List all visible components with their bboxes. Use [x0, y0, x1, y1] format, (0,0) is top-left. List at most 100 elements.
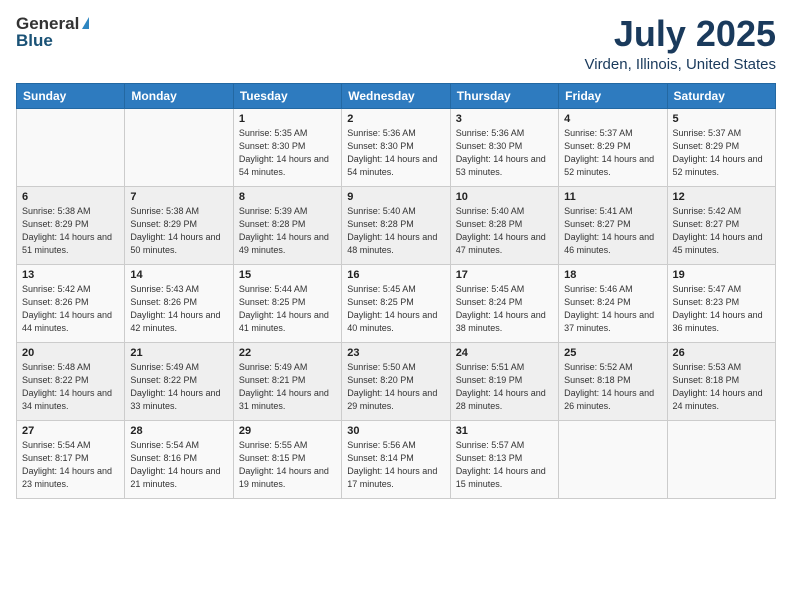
day-number: 8 [239, 191, 336, 203]
col-header-sunday: Sunday [17, 83, 125, 108]
calendar-day-11: 11 Sunrise: 5:41 AMSunset: 8:27 PMDayligh… [559, 186, 667, 264]
empty-cell [17, 108, 125, 186]
day-info: Sunrise: 5:45 AMSunset: 8:24 PMDaylight:… [456, 283, 553, 335]
day-info: Sunrise: 5:46 AMSunset: 8:24 PMDaylight:… [564, 283, 661, 335]
calendar-day-8: 8Sunrise: 5:39 AMSunset: 8:28 PMDaylight… [233, 186, 341, 264]
day-number: 9 [347, 191, 444, 203]
title-block: July 2025 Virden, Illinois, United State… [585, 14, 777, 73]
calendar-table: SundayMondayTuesdayWednesdayThursdayFrid… [16, 83, 776, 499]
day-number: 13 [22, 269, 119, 281]
day-info: Sunrise: 5:42 AMSunset: 8:26 PMDaylight:… [22, 283, 119, 335]
calendar-day-19: 19Sunrise: 5:47 AMSunset: 8:23 PMDayligh… [667, 264, 775, 342]
day-number: 1 [239, 113, 336, 125]
calendar-day-15: 15Sunrise: 5:44 AMSunset: 8:25 PMDayligh… [233, 264, 341, 342]
calendar-day-1: 1 Sunrise: 5:35 AMSunset: 8:30 PMDaylight… [233, 108, 341, 186]
day-info: Sunrise: 5:35 AMSunset: 8:30 PMDaylight:… [239, 127, 336, 179]
logo-blue: Blue [16, 31, 53, 51]
day-info: Sunrise: 5:41 AMSunset: 8:27 PMDaylight:… [564, 205, 661, 257]
day-number: 3 [456, 113, 553, 125]
calendar-week-2: 6 Sunrise: 5:38 AMSunset: 8:29 PMDaylight… [17, 186, 776, 264]
day-number: 25 [564, 347, 661, 359]
calendar-day-26: 26Sunrise: 5:53 AMSunset: 8:18 PMDayligh… [667, 342, 775, 420]
calendar-day-27: 27Sunrise: 5:54 AMSunset: 8:17 PMDayligh… [17, 420, 125, 498]
calendar-day-3: 3 Sunrise: 5:36 AMSunset: 8:30 PMDaylight… [450, 108, 558, 186]
calendar-day-20: 20 Sunrise: 5:48 AMSunset: 8:22 PMDayligh… [17, 342, 125, 420]
day-number: 27 [22, 425, 119, 437]
day-info: Sunrise: 5:38 AMSunset: 8:29 PMDaylight:… [130, 205, 227, 257]
day-number: 19 [673, 269, 770, 281]
day-number: 24 [456, 347, 553, 359]
day-number: 11 [564, 191, 661, 203]
day-number: 4 [564, 113, 661, 125]
day-number: 5 [673, 113, 770, 125]
day-info: Sunrise: 5:36 AMSunset: 8:30 PMDaylight:… [456, 127, 553, 179]
day-number: 21 [130, 347, 227, 359]
calendar-day-5: 5 Sunrise: 5:37 AMSunset: 8:29 PMDaylight… [667, 108, 775, 186]
day-info: Sunrise: 5:36 AMSunset: 8:30 PMDaylight:… [347, 127, 444, 179]
day-number: 10 [456, 191, 553, 203]
day-info: Sunrise: 5:56 AMSunset: 8:14 PMDaylight:… [347, 439, 444, 491]
calendar-day-7: 7 Sunrise: 5:38 AMSunset: 8:29 PMDaylight… [125, 186, 233, 264]
calendar-day-23: 23 Sunrise: 5:50 AMSunset: 8:20 PMDayligh… [342, 342, 450, 420]
calendar-week-3: 13 Sunrise: 5:42 AMSunset: 8:26 PMDayligh… [17, 264, 776, 342]
day-number: 16 [347, 269, 444, 281]
calendar-day-2: 2 Sunrise: 5:36 AMSunset: 8:30 PMDaylight… [342, 108, 450, 186]
logo: General Blue [16, 14, 89, 51]
calendar-day-14: 14Sunrise: 5:43 AMSunset: 8:26 PMDayligh… [125, 264, 233, 342]
day-number: 29 [239, 425, 336, 437]
day-number: 6 [22, 191, 119, 203]
calendar-header-row: SundayMondayTuesdayWednesdayThursdayFrid… [17, 83, 776, 108]
day-number: 20 [22, 347, 119, 359]
day-number: 23 [347, 347, 444, 359]
calendar-day-31: 31Sunrise: 5:57 AMSunset: 8:13 PMDayligh… [450, 420, 558, 498]
day-number: 18 [564, 269, 661, 281]
day-info: Sunrise: 5:52 AMSunset: 8:18 PMDaylight:… [564, 361, 661, 413]
day-info: Sunrise: 5:54 AMSunset: 8:16 PMDaylight:… [130, 439, 227, 491]
calendar-day-28: 28 Sunrise: 5:54 AMSunset: 8:16 PMDayligh… [125, 420, 233, 498]
page: General Blue July 2025 Virden, Illinois,… [0, 0, 792, 612]
day-info: Sunrise: 5:55 AMSunset: 8:15 PMDaylight:… [239, 439, 336, 491]
day-number: 30 [347, 425, 444, 437]
calendar-day-24: 24 Sunrise: 5:51 AMSunset: 8:19 PMDayligh… [450, 342, 558, 420]
day-number: 15 [239, 269, 336, 281]
day-info: Sunrise: 5:38 AMSunset: 8:29 PMDaylight:… [22, 205, 119, 257]
day-info: Sunrise: 5:45 AMSunset: 8:25 PMDaylight:… [347, 283, 444, 335]
day-info: Sunrise: 5:37 AMSunset: 8:29 PMDaylight:… [564, 127, 661, 179]
day-info: Sunrise: 5:50 AMSunset: 8:20 PMDaylight:… [347, 361, 444, 413]
day-info: Sunrise: 5:48 AMSunset: 8:22 PMDaylight:… [22, 361, 119, 413]
day-info: Sunrise: 5:37 AMSunset: 8:29 PMDaylight:… [673, 127, 770, 179]
calendar-day-22: 22Sunrise: 5:49 AMSunset: 8:21 PMDayligh… [233, 342, 341, 420]
calendar-day-13: 13 Sunrise: 5:42 AMSunset: 8:26 PMDayligh… [17, 264, 125, 342]
title-location: Virden, Illinois, United States [585, 56, 777, 73]
calendar-day-21: 21 Sunrise: 5:49 AMSunset: 8:22 PMDayligh… [125, 342, 233, 420]
day-info: Sunrise: 5:40 AMSunset: 8:28 PMDaylight:… [347, 205, 444, 257]
calendar-day-18: 18 Sunrise: 5:46 AMSunset: 8:24 PMDayligh… [559, 264, 667, 342]
col-header-tuesday: Tuesday [233, 83, 341, 108]
calendar-week-5: 27Sunrise: 5:54 AMSunset: 8:17 PMDayligh… [17, 420, 776, 498]
col-header-wednesday: Wednesday [342, 83, 450, 108]
day-number: 28 [130, 425, 227, 437]
title-month: July 2025 [585, 14, 777, 54]
day-info: Sunrise: 5:49 AMSunset: 8:22 PMDaylight:… [130, 361, 227, 413]
day-info: Sunrise: 5:51 AMSunset: 8:19 PMDaylight:… [456, 361, 553, 413]
empty-cell [125, 108, 233, 186]
day-number: 12 [673, 191, 770, 203]
day-info: Sunrise: 5:42 AMSunset: 8:27 PMDaylight:… [673, 205, 770, 257]
day-number: 17 [456, 269, 553, 281]
calendar-day-16: 16 Sunrise: 5:45 AMSunset: 8:25 PMDayligh… [342, 264, 450, 342]
day-number: 26 [673, 347, 770, 359]
calendar-day-10: 10Sunrise: 5:40 AMSunset: 8:28 PMDayligh… [450, 186, 558, 264]
header: General Blue July 2025 Virden, Illinois,… [16, 14, 776, 73]
calendar-day-12: 12 Sunrise: 5:42 AMSunset: 8:27 PMDayligh… [667, 186, 775, 264]
day-number: 7 [130, 191, 227, 203]
day-number: 2 [347, 113, 444, 125]
day-number: 14 [130, 269, 227, 281]
day-info: Sunrise: 5:49 AMSunset: 8:21 PMDaylight:… [239, 361, 336, 413]
calendar-day-25: 25 Sunrise: 5:52 AMSunset: 8:18 PMDayligh… [559, 342, 667, 420]
calendar-day-6: 6 Sunrise: 5:38 AMSunset: 8:29 PMDaylight… [17, 186, 125, 264]
calendar-week-4: 20 Sunrise: 5:48 AMSunset: 8:22 PMDayligh… [17, 342, 776, 420]
col-header-friday: Friday [559, 83, 667, 108]
empty-cell [559, 420, 667, 498]
calendar-day-30: 30 Sunrise: 5:56 AMSunset: 8:14 PMDayligh… [342, 420, 450, 498]
empty-cell [667, 420, 775, 498]
